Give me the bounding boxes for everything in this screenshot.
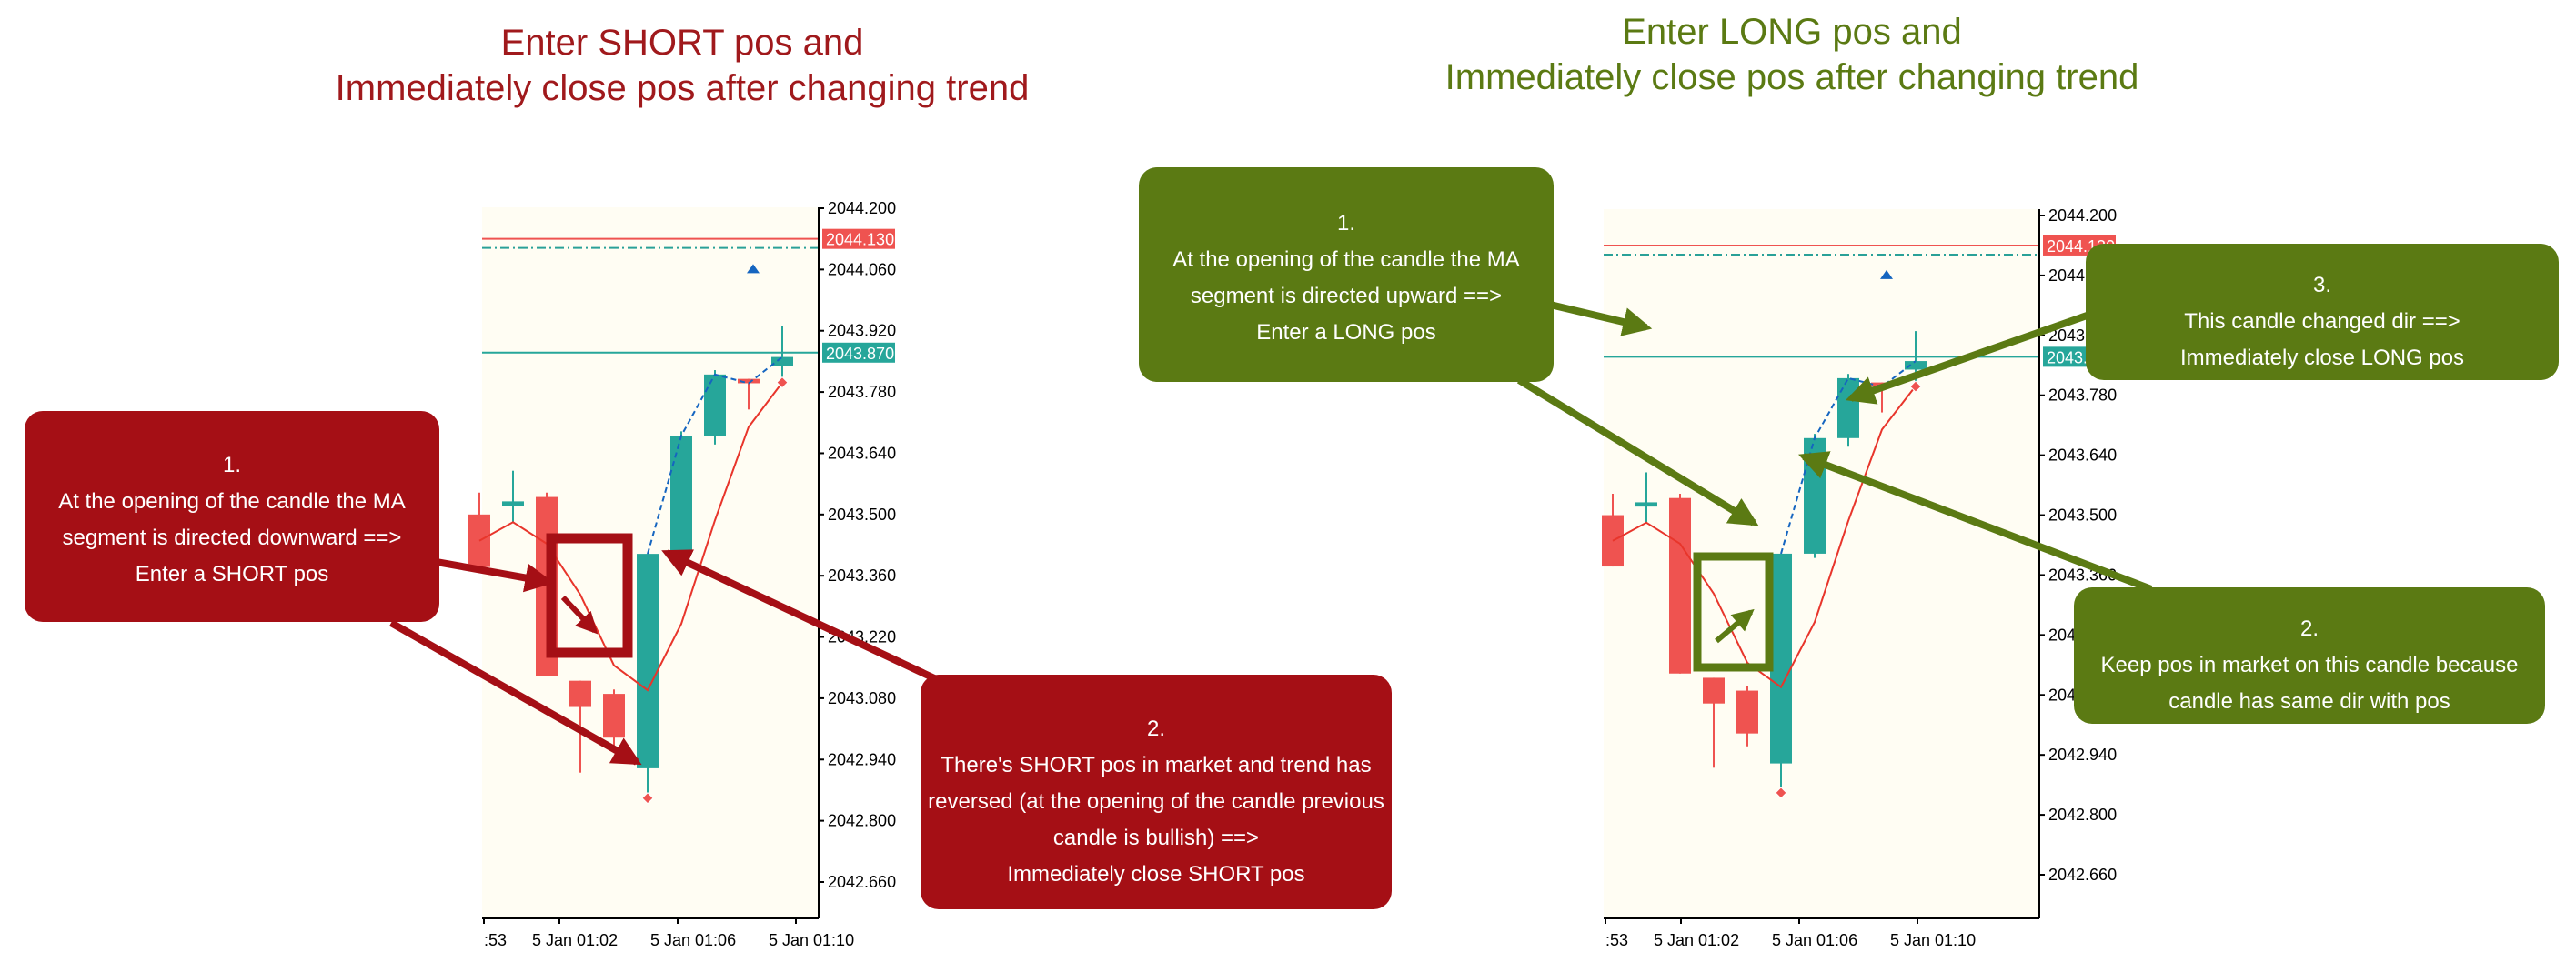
short-callout-2-line: 2.: [1146, 716, 1165, 741]
short-callout-2-line: Immediately close SHORT pos: [1007, 862, 1305, 887]
long-callout-3-line: Immediately close LONG pos: [2179, 346, 2465, 370]
price-label-text: 2044.130: [826, 231, 894, 249]
y-tick-label: 2044.200: [828, 199, 896, 217]
x-tick-label: 5 Jan 01:02: [1654, 931, 1739, 949]
x-tick-label: 5 Jan 01:06: [1772, 931, 1857, 949]
y-tick-label: 2042.660: [828, 873, 896, 891]
y-tick-label: 2043.780: [2048, 386, 2117, 405]
candle-body: [569, 680, 591, 707]
long-callout-2-line: Keep pos in market on this candle becaus…: [2100, 653, 2519, 677]
price-label-text: 2043.870: [826, 345, 894, 363]
candle-body: [771, 356, 793, 366]
short-callout-1: 1. At the opening of the candle the MA s…: [25, 411, 439, 622]
long-callout-2: 2. Keep pos in market on this candle bec…: [2074, 587, 2545, 724]
long-callout-2-line: candle has same dir with pos: [2168, 689, 2450, 714]
candle-body: [1703, 677, 1725, 704]
candle-body: [1905, 361, 1927, 370]
x-tick-label: 5 Jan 01:02: [532, 931, 618, 949]
x-tick-label: 5 Jan 01:10: [769, 931, 854, 949]
x-tick-label: 5 Jan 01:06: [650, 931, 736, 949]
short-callout-2-line: There's SHORT pos in market and trend ha…: [941, 753, 1372, 777]
candle-body: [670, 436, 692, 555]
candle-body: [1770, 553, 1792, 764]
long-callout-2-line: 2.: [2299, 616, 2319, 641]
short-callout-2: 2. There's SHORT pos in market and trend…: [921, 675, 1392, 909]
long-chart: 2044.1302043.8702044.2002044.0602043.920…: [1602, 206, 2117, 949]
y-tick-label: 2043.500: [2048, 506, 2117, 525]
y-tick-label: 2043.920: [828, 322, 896, 340]
candle-body: [1837, 377, 1859, 438]
candle-body: [502, 501, 524, 506]
y-tick-label: 2043.780: [828, 383, 896, 401]
y-tick-label: 2043.360: [828, 566, 896, 585]
y-tick-label: 2042.800: [828, 812, 896, 830]
x-tick-label: :53: [1605, 931, 1628, 949]
long-callout-1: 1. At the opening of the candle the MA s…: [1139, 167, 1554, 382]
candle-body: [1635, 502, 1657, 507]
y-tick-label: 2042.940: [2048, 746, 2117, 764]
candle-body: [704, 374, 726, 436]
short-callout-1-line: 1.: [222, 453, 241, 477]
chart-background: [1604, 209, 2039, 918]
y-tick-label: 2043.080: [828, 689, 896, 707]
short-callout-1-line: At the opening of the candle the MA: [58, 489, 406, 514]
candle-body: [603, 694, 625, 738]
y-tick-label: 2044.060: [828, 260, 896, 278]
long-callout-1-line: At the opening of the candle the MA: [1172, 247, 1520, 272]
long-callout-1-line: 1.: [1336, 211, 1355, 235]
y-tick-label: 2042.660: [2048, 866, 2117, 884]
x-tick-label: :53: [484, 931, 507, 949]
x-tick-label: 5 Jan 01:10: [1890, 931, 1976, 949]
short-callout-2-line: candle is bullish) ==>: [1052, 826, 1260, 850]
y-tick-label: 2043.500: [828, 506, 896, 524]
short-callout-1-line: Enter a SHORT pos: [135, 562, 329, 586]
short-callout-2-line: reversed (at the opening of the candle p…: [928, 789, 1384, 814]
long-callout-3-line: This candle changed dir ==>: [2184, 309, 2460, 334]
long-callout-1-line: segment is directed upward ==>: [1190, 284, 1503, 308]
short-chart: 2044.130 2043.870 2044.200 2044.060 2043.920…: [468, 199, 896, 949]
long-callout-3-line: 3.: [2312, 273, 2331, 297]
long-callout-3: 3. This candle changed dir ==> Immediate…: [2086, 244, 2559, 380]
candle-body: [637, 554, 659, 768]
y-tick-label: 2042.800: [2048, 806, 2117, 824]
y-tick-label: 2043.640: [2048, 446, 2117, 465]
candle-body: [1669, 497, 1691, 674]
y-tick-label: 2044.200: [2048, 206, 2117, 225]
long-callout-1-line: Enter a LONG pos: [1256, 320, 1436, 345]
y-tick-label: 2043.640: [828, 444, 896, 462]
short-callout-1-line: segment is directed downward ==>: [62, 526, 402, 550]
candle-body: [1736, 690, 1758, 734]
y-tick-label: 2042.940: [828, 750, 896, 768]
